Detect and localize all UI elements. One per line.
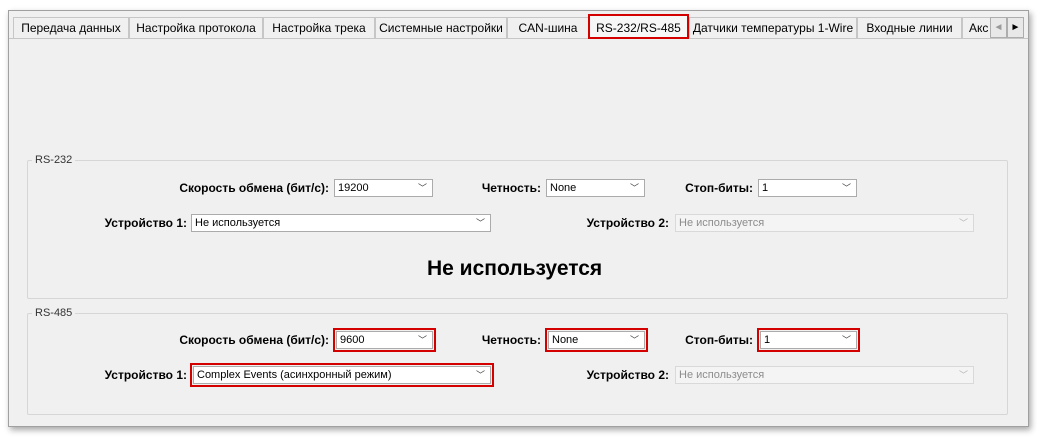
rs485-stopbits-label: Стоп-биты:: [685, 333, 753, 347]
vertical-scrollbar[interactable]: [1019, 39, 1027, 425]
rs232-device1-select[interactable]: Не используется ﹀: [191, 214, 491, 232]
rs232-parity-select[interactable]: None ﹀: [546, 179, 645, 197]
tab-scroll-left-icon[interactable]: ◄: [990, 17, 1007, 38]
rs485-stopbits-value: 1: [764, 334, 771, 346]
rs485-parity-select[interactable]: None ﹀: [545, 328, 648, 352]
rs232-device1-value: Не используется: [195, 217, 281, 229]
rs232-status-text: Не используется: [427, 257, 603, 280]
rs232-parity-value: None: [550, 182, 577, 194]
rs232-baud-label: Скорость обмена (бит/с):: [179, 181, 329, 195]
rs232-title: RS-232: [35, 154, 73, 166]
rs232-device1-label: Устройство 1:: [104, 216, 187, 230]
rs485-device2-value: Не используется: [679, 369, 765, 381]
rs232-stopbits-label: Стоп-биты:: [685, 181, 753, 195]
tab-can-bus[interactable]: CAN-шина: [507, 17, 589, 38]
rs485-title: RS-485: [35, 307, 73, 319]
chevron-down-icon: ﹀: [417, 335, 427, 345]
chevron-down-icon: ﹀: [475, 370, 485, 380]
rs232-device2-select[interactable]: Не используется ﹀: [675, 214, 974, 232]
tab-bar: Передача данных Настройка протокола Наст…: [9, 11, 1028, 39]
rs485-device1-value: Complex Events (асинхронный режим): [197, 369, 392, 381]
chevron-down-icon: ﹀: [417, 183, 427, 193]
rs485-parity-label: Четность:: [481, 333, 541, 347]
tab-1wire-temperature[interactable]: Датчики температуры 1-Wire: [689, 17, 857, 38]
tab-system-settings[interactable]: Системные настройки: [375, 17, 507, 38]
tab-content-border: [9, 38, 1028, 39]
chevron-down-icon: ﹀: [958, 370, 968, 380]
tab-protocol-settings[interactable]: Настройка протокола: [129, 17, 263, 38]
rs485-baud-value: 9600: [340, 334, 365, 346]
rs232-device2-label: Устройство 2:: [586, 216, 669, 230]
rs232-stopbits-select[interactable]: 1 ﹀: [758, 179, 857, 197]
rs485-device1-select[interactable]: Complex Events (асинхронный режим) ﹀: [190, 363, 494, 387]
rs485-device2-label: Устройство 2:: [586, 368, 669, 382]
settings-window: Передача данных Настройка протокола Наст…: [8, 10, 1029, 427]
rs485-parity-value: None: [552, 334, 579, 346]
tab-rs232-rs485[interactable]: RS-232/RS-485: [588, 14, 689, 39]
tab-data-transfer[interactable]: Передача данных: [13, 17, 129, 38]
rs485-device2-select[interactable]: Не используется ﹀: [675, 366, 974, 384]
chevron-down-icon: ﹀: [958, 218, 968, 228]
tab-scroll-right-icon[interactable]: ►: [1007, 17, 1024, 38]
tab-input-lines[interactable]: Входные линии: [857, 17, 962, 38]
rs232-stopbits-value: 1: [762, 182, 769, 194]
tab-track-settings[interactable]: Настройка трека: [263, 17, 375, 38]
rs485-group: RS-485: [27, 307, 1008, 415]
chevron-down-icon: ﹀: [629, 335, 639, 345]
chevron-down-icon: ﹀: [629, 183, 639, 193]
rs485-baud-select[interactable]: 9600 ﹀: [333, 328, 436, 352]
rs232-baud-select[interactable]: 19200 ﹀: [334, 179, 433, 197]
rs485-device1-label: Устройство 1:: [104, 368, 187, 382]
rs232-parity-label: Четность:: [481, 181, 541, 195]
rs485-baud-label: Скорость обмена (бит/с):: [179, 333, 329, 347]
chevron-down-icon: ﹀: [475, 218, 485, 228]
chevron-down-icon: ﹀: [841, 335, 851, 345]
chevron-down-icon: ﹀: [841, 183, 851, 193]
rs485-stopbits-select[interactable]: 1 ﹀: [757, 328, 860, 352]
rs232-device2-value: Не используется: [679, 217, 765, 229]
rs232-baud-value: 19200: [338, 182, 369, 194]
